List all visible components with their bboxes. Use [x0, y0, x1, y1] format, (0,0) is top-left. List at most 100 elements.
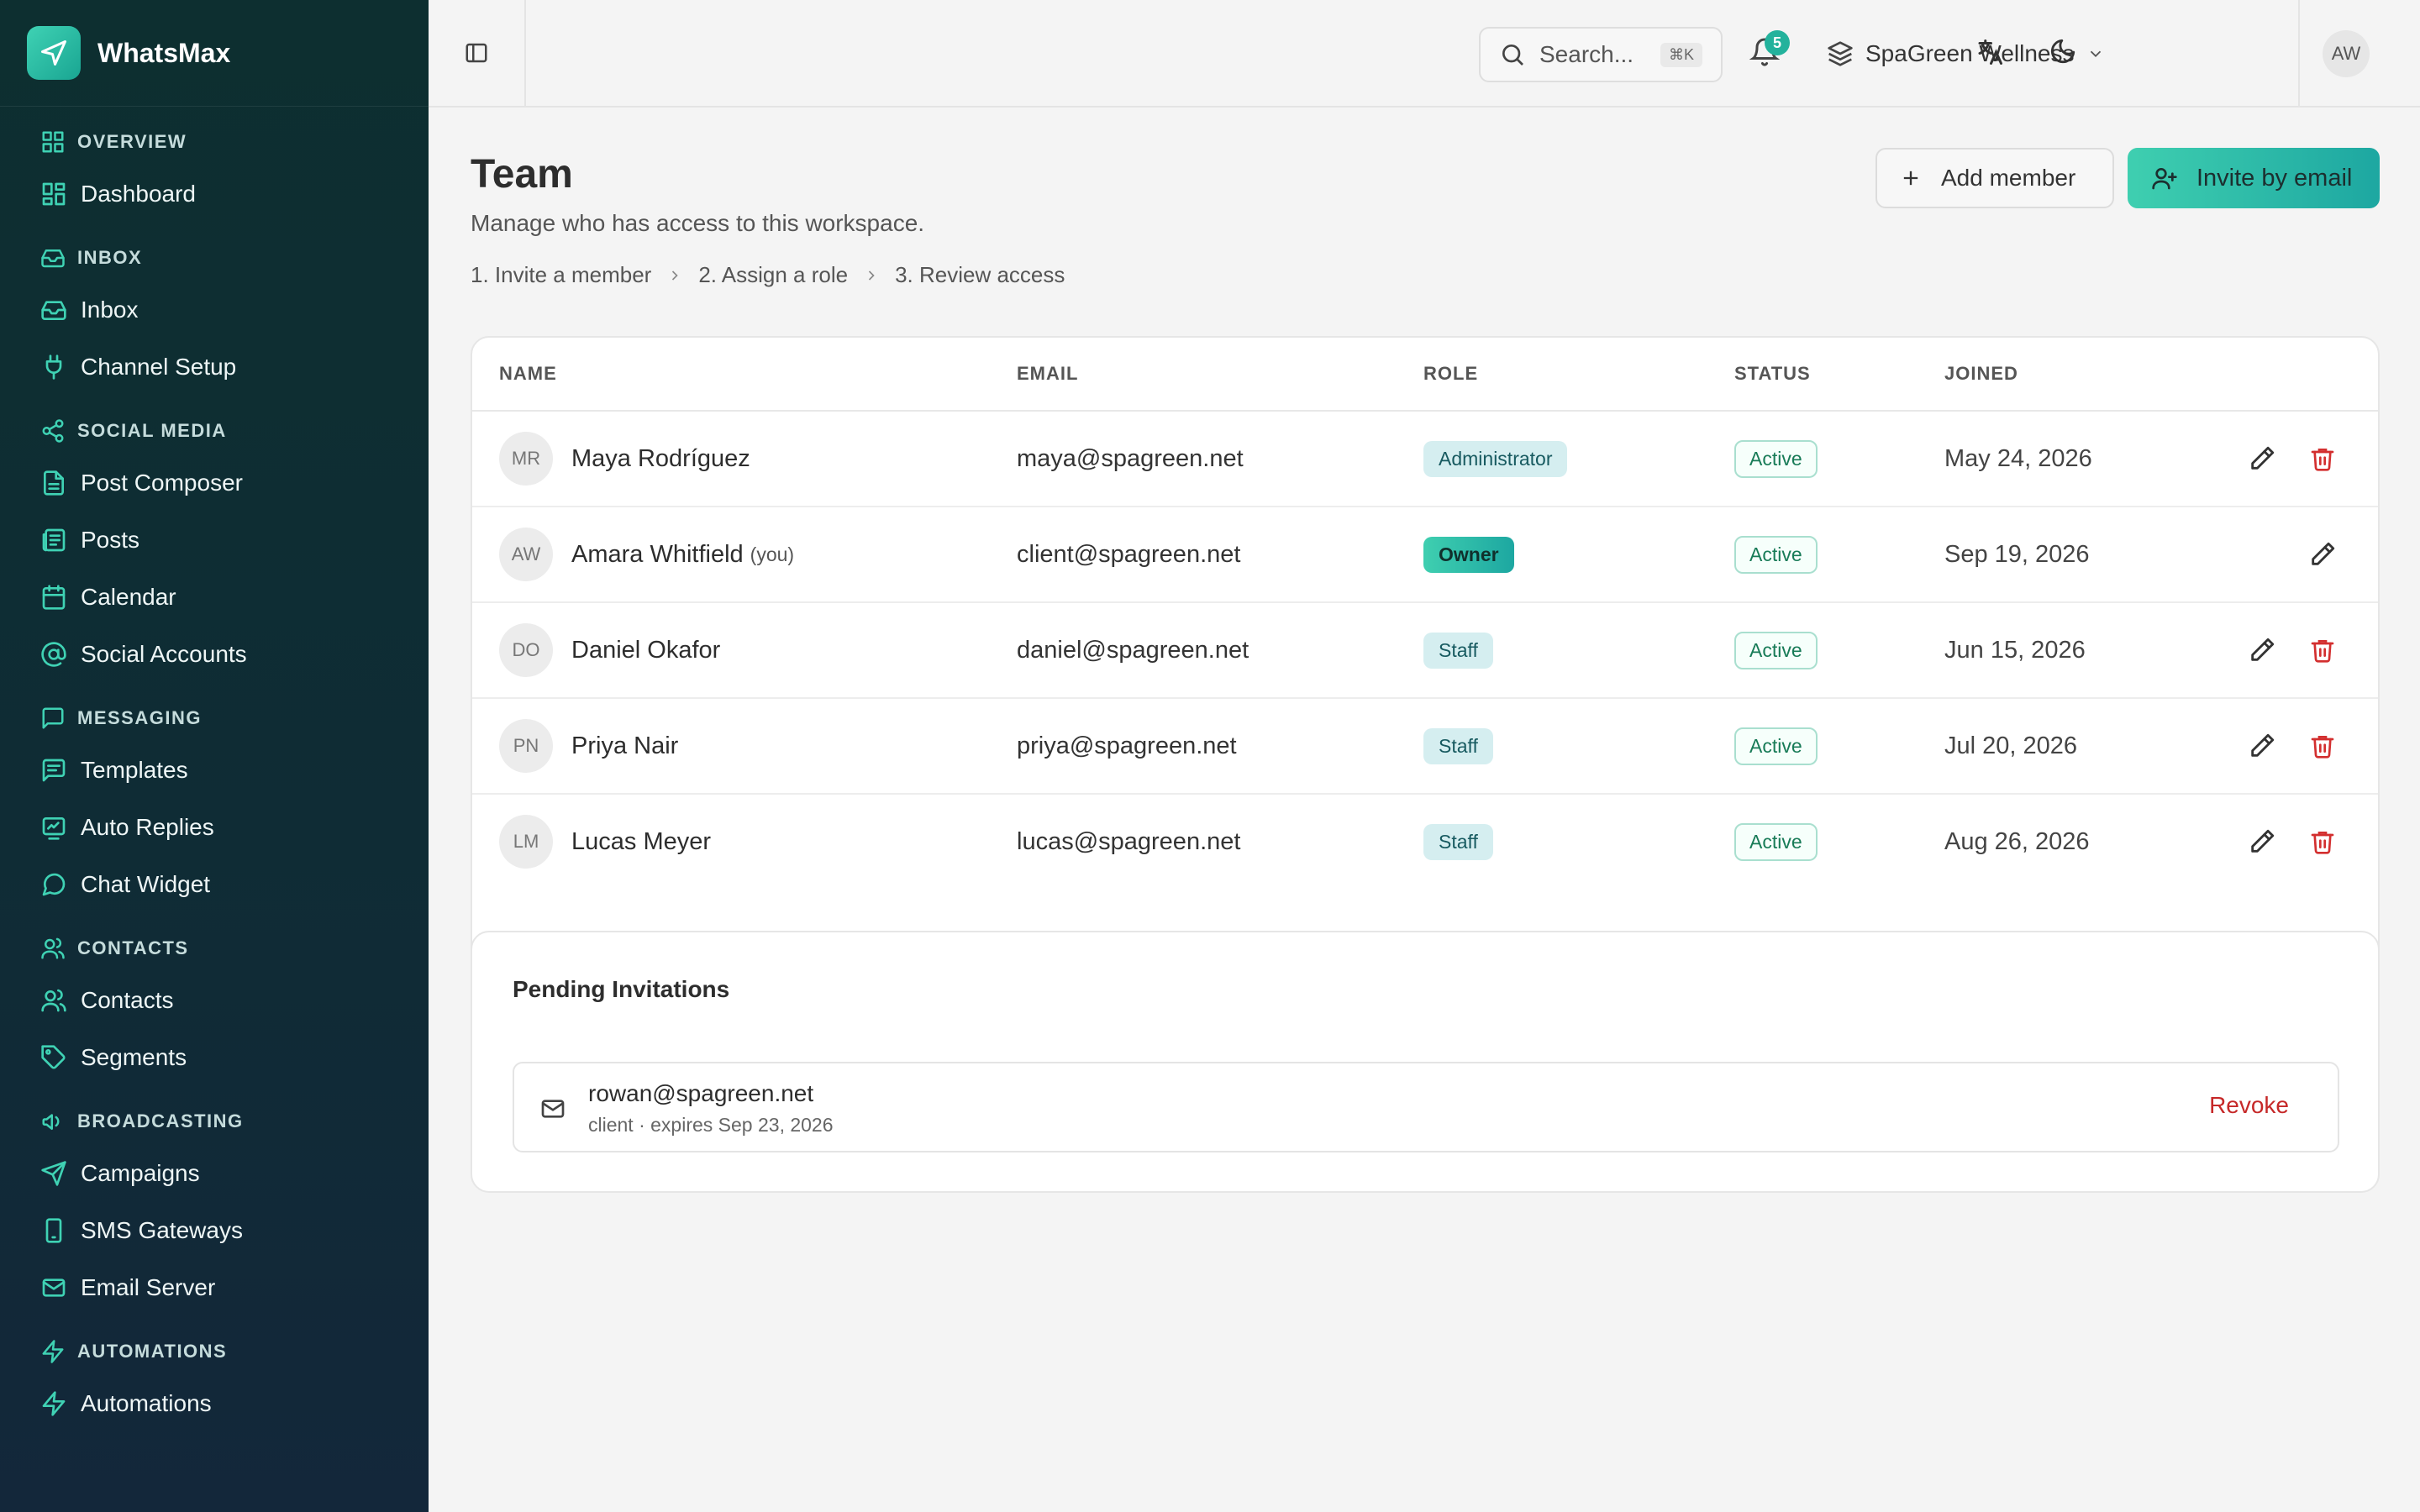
- search-input[interactable]: Search... ⌘K: [1479, 27, 1723, 82]
- newspaper-icon: [42, 528, 66, 552]
- delete-member-button[interactable]: [2302, 726, 2343, 766]
- joined-cell: May 24, 2026: [1944, 412, 2092, 506]
- edit-member-button[interactable]: [2302, 534, 2343, 575]
- email-cell: daniel@spagreen.net: [1017, 603, 1249, 697]
- invite-by-email-button[interactable]: Invite by email: [2128, 148, 2380, 208]
- header-role: ROLE: [1423, 363, 1479, 384]
- sidebar-item-label: Dashboard: [81, 181, 196, 207]
- pencil-icon: [2251, 638, 2275, 661]
- member-email: daniel@spagreen.net: [1017, 636, 1249, 664]
- edit-member-button[interactable]: [2242, 822, 2282, 862]
- sidebar-item-label: Channel Setup: [81, 354, 237, 380]
- trash-icon: [2311, 640, 2334, 663]
- nav-section-label: OVERVIEW: [77, 131, 187, 152]
- breadcrumb-steps: 1. Invite a member 2. Assign a role 3. R…: [471, 262, 1065, 288]
- nav-section-automations: AUTOMATIONS: [0, 1328, 429, 1375]
- sidebar-item-email-server[interactable]: Email Server: [0, 1259, 429, 1316]
- nav-section-inbox: INBOX: [0, 234, 429, 281]
- member-name: Amara Whitfield: [571, 540, 744, 568]
- mail-icon: [541, 1100, 565, 1118]
- sidebar-item-post-composer[interactable]: Post Composer: [0, 454, 429, 512]
- user-avatar[interactable]: AW: [2323, 30, 2370, 77]
- brand[interactable]: WhatsMax: [0, 0, 429, 107]
- avatar: LM: [499, 815, 553, 869]
- send-icon: [40, 1160, 67, 1187]
- tag-icon: [40, 1044, 67, 1071]
- status-badge: Active: [1734, 727, 1818, 765]
- page-title: Team: [471, 152, 573, 197]
- theme-toggle-button[interactable]: [2049, 37, 2077, 66]
- joined-cell: Aug 26, 2026: [1944, 795, 2090, 889]
- table-body: MR Maya Rodríguez maya@spagreen.net Adminis…: [472, 412, 2378, 890]
- status-cell: Active: [1734, 507, 1818, 601]
- sidebar-item-sms-gateways[interactable]: SMS Gateways: [0, 1202, 429, 1259]
- sidebar-item-campaigns[interactable]: Campaigns: [0, 1145, 429, 1202]
- email-cell: client@spagreen.net: [1017, 507, 1240, 601]
- calendar-icon: [40, 584, 67, 611]
- search-placeholder: Search...: [1539, 41, 1634, 67]
- users-icon: [40, 936, 66, 961]
- sidebar-item-label: Templates: [81, 757, 188, 783]
- sidebar-item-contacts[interactable]: Contacts: [0, 972, 429, 1029]
- sidebar-item-auto-replies[interactable]: Auto Replies: [0, 799, 429, 856]
- nav-section-label: MESSAGING: [77, 707, 202, 728]
- member-cell: LM Lucas Meyer: [499, 795, 711, 889]
- joined-date: May 24, 2026: [1944, 444, 2092, 472]
- file-text-icon: [44, 470, 64, 496]
- nav-section-overview: OVERVIEW: [0, 118, 429, 165]
- step-assign: 2. Assign a role: [698, 262, 849, 287]
- sidebar-item-templates[interactable]: Templates: [0, 742, 429, 799]
- sidebar-toggle-button[interactable]: [429, 0, 526, 106]
- email-cell: maya@spagreen.net: [1017, 412, 1244, 506]
- language-button[interactable]: [1975, 37, 2005, 67]
- smartphone-icon: [40, 1217, 67, 1244]
- nav-section-social-media: SOCIAL MEDIA: [0, 407, 429, 454]
- status-cell: Active: [1734, 699, 1818, 793]
- you-label: (you): [750, 543, 795, 565]
- edit-member-button[interactable]: [2242, 726, 2282, 766]
- delete-member-button[interactable]: [2302, 630, 2343, 670]
- sidebar-item-calendar[interactable]: Calendar: [0, 569, 429, 626]
- sidebar-item-channel-setup[interactable]: Channel Setup: [0, 339, 429, 396]
- email-cell: lucas@spagreen.net: [1017, 795, 1240, 889]
- sidebar-item-automations[interactable]: Automations: [0, 1375, 429, 1432]
- megaphone-icon: [42, 1114, 60, 1130]
- zap-icon: [40, 1390, 67, 1417]
- grid-icon: [42, 131, 64, 153]
- zap-icon: [42, 1340, 64, 1363]
- sidebar-item-posts[interactable]: Posts: [0, 512, 429, 569]
- sidebar-item-dashboard[interactable]: Dashboard: [0, 165, 429, 223]
- inbox-icon: [41, 301, 66, 320]
- table-row: LM Lucas Meyer lucas@spagreen.net Staff Acti…: [472, 795, 2378, 890]
- sidebar-item-label: SMS Gateways: [81, 1217, 243, 1243]
- joined-cell: Jul 20, 2026: [1944, 699, 2077, 793]
- revoke-button[interactable]: Revoke: [2209, 1092, 2289, 1119]
- message-text-icon: [42, 759, 66, 782]
- add-member-label: Add member: [1941, 165, 2076, 191]
- sidebar-item-label: Auto Replies: [81, 814, 214, 840]
- edit-member-button[interactable]: [2242, 630, 2282, 670]
- users-icon: [40, 987, 67, 1014]
- megaphone-icon: [40, 1109, 66, 1134]
- plug-icon: [45, 354, 62, 380]
- sidebar-item-inbox[interactable]: Inbox: [0, 281, 429, 339]
- status-badge: Active: [1734, 631, 1818, 669]
- nav-section-label: INBOX: [77, 247, 143, 268]
- member-email: client@spagreen.net: [1017, 540, 1241, 568]
- delete-member-button[interactable]: [2302, 438, 2343, 479]
- sidebar-item-label: Post Composer: [81, 470, 243, 496]
- add-member-button[interactable]: Add member: [1876, 148, 2114, 208]
- sidebar-item-social-accounts[interactable]: Social Accounts: [0, 626, 429, 683]
- smartphone-icon: [45, 1218, 62, 1243]
- panel-left-icon: [466, 43, 487, 63]
- sidebar-item-segments[interactable]: Segments: [0, 1029, 429, 1086]
- sidebar-item-chat-widget[interactable]: Chat Widget: [0, 856, 429, 913]
- delete-member-button[interactable]: [2302, 822, 2343, 862]
- edit-member-button[interactable]: [2242, 438, 2282, 479]
- role-badge: Owner: [1423, 536, 1514, 573]
- bot-icon: [42, 817, 66, 840]
- pending-title: Pending Invitations: [513, 976, 730, 1002]
- member-name: Maya Rodríguez: [571, 444, 750, 472]
- bot-icon: [40, 814, 67, 841]
- dashboard-icon: [40, 181, 67, 207]
